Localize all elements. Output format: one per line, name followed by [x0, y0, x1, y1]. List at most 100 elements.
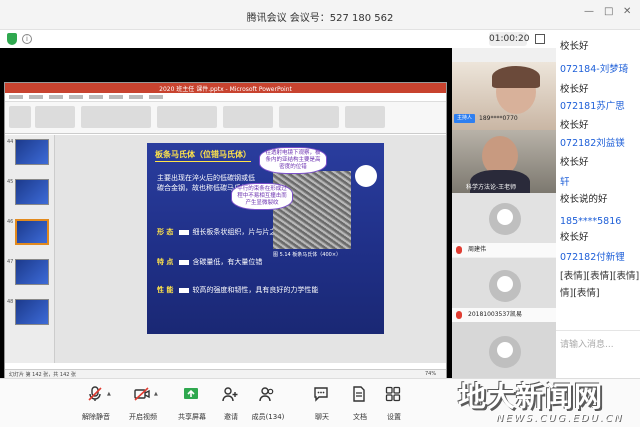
chat-message: [表情][表情][表情][表: [560, 271, 640, 282]
watermark-url: NEWS.CUG.EDU.CN: [496, 413, 624, 424]
chat-message: 校长好: [560, 41, 589, 52]
chat-button[interactable]: 聊天: [304, 384, 340, 426]
members-button[interactable]: 成员(134): [250, 384, 286, 426]
chat-username[interactable]: 072184-刘梦琦: [560, 63, 628, 76]
participant-avatar-tile[interactable]: [452, 193, 556, 243]
start-video-button[interactable]: ▲ 开启视频: [125, 384, 161, 426]
row-text: 较高的强度和韧性，具有良好的力学性能: [192, 286, 319, 294]
participant-name: 科学方法论-王老师: [466, 184, 517, 191]
row-key: 性 能: [157, 286, 174, 294]
chevron-up-icon[interactable]: ▲: [107, 391, 111, 397]
chat-message: 校长好: [560, 232, 589, 243]
row-key: 特 点: [157, 258, 174, 266]
participant-name: 周建伟: [468, 246, 487, 253]
slide-heading: 板条马氏体（位错马氏体）: [155, 149, 251, 162]
muted-mic-icon: [88, 386, 102, 401]
chat-input-placeholder: 请输入消息...: [560, 340, 614, 350]
members-icon: [259, 387, 274, 402]
host-badge: 主持人: [454, 114, 475, 123]
chat-input[interactable]: 请输入消息...: [556, 330, 640, 378]
feature-row: 特 点 含碳量低，有大量位错: [157, 257, 262, 267]
share-screen-button[interactable]: 共享屏幕: [174, 384, 210, 426]
slide-editing-area: 板条马氏体（位错马氏体） 主要出现在淬火后的低碳钢或低碳合金钢，故也称低碳马氏体…: [55, 135, 446, 363]
maximize-button[interactable]: □: [604, 6, 613, 17]
status-slide-count: 幻灯片 第 142 张，共 142 张: [9, 372, 77, 378]
property-row: 性 能 较高的强度和韧性，具有良好的力学性能: [157, 285, 318, 295]
chat-message: 情][表情]: [560, 288, 600, 299]
video-off-icon: [134, 387, 150, 401]
fullscreen-icon[interactable]: [535, 34, 545, 44]
status-zoom: 74%: [425, 371, 437, 377]
documents-button[interactable]: 文档: [342, 384, 378, 426]
ppt-title-bar: 2020 班主任 课件.pptx - Microsoft PowerPoint: [5, 83, 446, 93]
unmute-button[interactable]: ▲ 解除静音: [78, 384, 114, 426]
chat-message: 校长好: [560, 120, 589, 131]
ppt-ribbon: [5, 102, 446, 134]
meeting-window: 腾讯会议 会议号：527 180 562 — □ ✕ i 01:00:20 20…: [0, 0, 640, 427]
share-screen-icon: [184, 388, 198, 399]
watermark-logo: 地大新闻网: [458, 380, 604, 413]
slide-thumbnail[interactable]: [15, 259, 49, 285]
current-slide: 板条马氏体（位错马氏体） 主要出现在淬火后的低碳钢或低碳合金钢，故也称低碳马氏体…: [147, 143, 384, 334]
slide-number: 45: [7, 179, 14, 185]
chat-icon: [314, 387, 328, 402]
chat-message: 校长说的好: [560, 194, 608, 205]
chat-panel[interactable]: 校长好 072184-刘梦琦 校长好 072181苏广思 校长好 072182刘…: [556, 30, 640, 338]
chat-username[interactable]: 185****5816: [560, 215, 621, 228]
chat-username[interactable]: 轩: [560, 176, 570, 189]
muted-mic-icon: [456, 246, 462, 254]
slide-thumbnail[interactable]: [15, 299, 49, 325]
minimize-button[interactable]: —: [584, 6, 594, 17]
participant-name-row: 20181003537凯易: [452, 308, 556, 322]
callout-cloud: 在透射电镜下观察，板条内的亚结构主要是高密度的位错: [259, 147, 327, 174]
invite-button[interactable]: 邀请: [213, 384, 249, 426]
participant-name-row: 周建伟: [452, 243, 556, 257]
callout-cloud: 平行的束条在形成过程中不易相互撞击而产生显微裂纹: [231, 183, 293, 210]
chevron-up-icon[interactable]: ▲: [154, 391, 158, 397]
muted-mic-icon: [456, 311, 462, 319]
meeting-info-bar: i 01:00:20: [0, 30, 556, 48]
meeting-timer: 01:00:20: [489, 32, 530, 46]
add-person-icon: [222, 387, 238, 402]
chat-username[interactable]: 072182付新锂: [560, 251, 625, 264]
avatar: [489, 270, 521, 302]
participant-hair: [492, 66, 540, 88]
chat-username[interactable]: 072181苏广思: [560, 100, 625, 113]
row-key: 形 态: [157, 228, 174, 236]
slide-thumbnail[interactable]: [15, 179, 49, 205]
chat-username[interactable]: 072182刘益镁: [560, 137, 625, 150]
chat-message: 校长好: [560, 84, 589, 95]
avatar: [489, 336, 521, 368]
documents-label: 文档: [353, 413, 367, 421]
shared-screen: 2020 班主任 课件.pptx - Microsoft PowerPoint …: [0, 48, 452, 380]
chat-message: 校长好: [560, 157, 589, 168]
university-logo-icon: [355, 165, 377, 187]
document-icon: [353, 386, 365, 402]
start-video-label: 开启视频: [129, 413, 157, 421]
participant-name: 189****0770: [479, 115, 518, 122]
slide-number: 47: [7, 259, 14, 265]
unmute-label: 解除静音: [82, 413, 110, 421]
participant-avatar-tile[interactable]: [452, 322, 556, 378]
participant-video-tile[interactable]: 主持人 189****0770: [452, 62, 556, 130]
info-icon[interactable]: i: [22, 34, 32, 44]
settings-icon: [385, 386, 401, 402]
invite-label: 邀请: [224, 413, 238, 421]
slide-number: 44: [7, 139, 14, 145]
slide-thumbnail-pane: 44 45 46 47 48: [5, 135, 55, 363]
close-button[interactable]: ✕: [623, 6, 631, 17]
row-text: 含碳量低，有大量位错: [192, 258, 263, 266]
ppt-ribbon-tabs: [5, 93, 446, 102]
chat-label: 聊天: [315, 413, 329, 421]
arrow-icon: [179, 229, 190, 235]
slide-number: 48: [7, 299, 14, 305]
members-label: 成员(134): [251, 413, 285, 421]
arrow-icon: [179, 287, 190, 293]
slide-thumbnail[interactable]: [15, 139, 49, 165]
shield-icon[interactable]: [7, 33, 17, 45]
settings-button[interactable]: 设置: [376, 384, 412, 426]
slide-number: 46: [7, 219, 14, 225]
participant-video-tile[interactable]: 科学方法论-王老师: [452, 130, 556, 193]
slide-thumbnail-selected[interactable]: [15, 219, 49, 245]
window-title: 腾讯会议 会议号：527 180 562: [246, 13, 394, 24]
